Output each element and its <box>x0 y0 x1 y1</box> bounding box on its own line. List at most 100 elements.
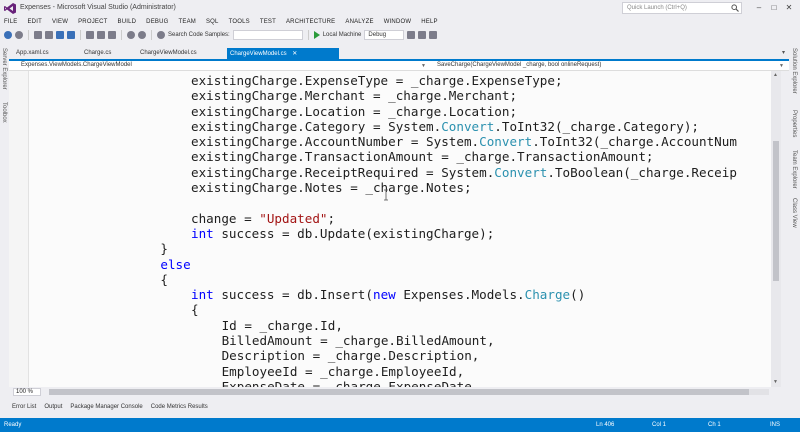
close-button[interactable]: ✕ <box>782 2 796 14</box>
toolbar-separator <box>307 30 309 40</box>
type-dropdown[interactable]: Expenses.ViewModels.ChargeViewModel <box>21 62 132 68</box>
zoom-dropdown[interactable]: 100 % <box>13 388 41 396</box>
code-line[interactable]: Description = _charge.Description, <box>9 348 771 363</box>
quick-launch-input[interactable]: Quick Launch (Ctrl+Q) <box>622 2 742 14</box>
code-line[interactable]: Id = _charge.Id, <box>9 318 771 333</box>
code-line[interactable]: else <box>9 257 771 272</box>
debug-target-icon[interactable] <box>407 31 416 39</box>
code-token: ; <box>327 210 336 226</box>
menu-project[interactable]: PROJECT <box>78 19 107 25</box>
open-file-icon[interactable] <box>45 31 53 39</box>
code-line[interactable]: existingCharge.Notes = _charge.Notes; <box>9 180 771 195</box>
tab-output[interactable]: Output <box>44 404 62 410</box>
code-line[interactable]: existingCharge.AccountNumber = System.Co… <box>9 134 771 149</box>
code-token: Charge <box>524 287 571 303</box>
team-explorer-tab[interactable]: Team Explorer <box>791 150 797 189</box>
tab-chargeviewmodel-cs-active[interactable]: ChargeViewModel.cs ✕ <box>227 48 339 59</box>
code-line[interactable]: change = "Updated"; <box>9 211 771 226</box>
vertical-scrollbar[interactable]: ▲ ▼ <box>771 71 781 387</box>
save-all-icon[interactable] <box>67 31 75 39</box>
save-icon[interactable] <box>56 31 64 39</box>
code-line[interactable]: existingCharge.Category = System.Convert… <box>9 119 771 134</box>
menu-window[interactable]: WINDOW <box>384 19 412 25</box>
vertical-scroll-thumb[interactable] <box>773 141 779 281</box>
scroll-down-icon[interactable]: ▼ <box>773 379 778 385</box>
code-line[interactable]: existingCharge.ExpenseType = _charge.Exp… <box>9 73 771 88</box>
code-line[interactable] <box>9 195 771 210</box>
horizontal-scrollbar[interactable] <box>49 389 769 395</box>
code-token: Convert <box>479 134 533 150</box>
run-target-dropdown[interactable]: Local Machine <box>323 32 362 38</box>
code-line[interactable]: existingCharge.ReceiptRequired = System.… <box>9 165 771 180</box>
code-line[interactable]: } <box>9 241 771 256</box>
redo-icon[interactable] <box>138 31 146 39</box>
code-line[interactable]: existingCharge.TransactionAmount = _char… <box>9 149 771 164</box>
search-icon[interactable] <box>731 4 739 12</box>
menu-debug[interactable]: DEBUG <box>146 19 168 25</box>
minimize-button[interactable]: – <box>752 2 766 14</box>
menu-help[interactable]: HELP <box>421 19 437 25</box>
code-editor[interactable]: existingCharge.ExpenseType = _charge.Exp… <box>9 71 771 387</box>
code-line[interactable]: BilledAmount = _charge.BilledAmount, <box>9 333 771 348</box>
code-line[interactable]: existingCharge.Merchant = _charge.Mercha… <box>9 88 771 103</box>
chevron-down-icon[interactable]: ▼ <box>421 63 426 69</box>
tab-charge-cs[interactable]: Charge.cs <box>81 48 114 59</box>
find-icon[interactable] <box>418 31 427 39</box>
start-debugging-icon[interactable] <box>313 31 320 39</box>
tab-chargeviewmodel-cs[interactable]: ChargeViewModel.cs <box>137 48 200 59</box>
menu-team[interactable]: TEAM <box>179 19 196 25</box>
tab-close-icon[interactable]: ✕ <box>292 51 297 57</box>
scroll-up-icon[interactable]: ▲ <box>773 72 778 78</box>
code-token: int <box>191 287 214 303</box>
chevron-down-icon[interactable]: ▼ <box>779 63 784 69</box>
code-text[interactable]: existingCharge.ExpenseType = _charge.Exp… <box>9 73 771 387</box>
menu-test[interactable]: TEST <box>260 19 276 25</box>
toolbox-tab[interactable]: Toolbox <box>1 102 7 123</box>
horizontal-scroll-thumb[interactable] <box>49 389 749 395</box>
solution-config-dropdown[interactable]: Debug <box>364 30 405 40</box>
tab-error-list[interactable]: Error List <box>12 404 36 410</box>
undo-icon[interactable] <box>127 31 135 39</box>
code-line[interactable]: int success = db.Update(existingCharge); <box>9 226 771 241</box>
menu-bar: FILE EDIT VIEW PROJECT BUILD DEBUG TEAM … <box>0 16 800 27</box>
back-icon[interactable] <box>4 31 12 39</box>
code-line[interactable]: int success = db.Insert(new Expenses.Mod… <box>9 287 771 302</box>
code-line[interactable]: { <box>9 272 771 287</box>
menu-file[interactable]: FILE <box>4 19 17 25</box>
tab-label: App.xaml.cs <box>16 50 49 56</box>
tab-code-metrics-results[interactable]: Code Metrics Results <box>151 404 208 410</box>
paste-icon[interactable] <box>108 31 116 39</box>
class-view-tab[interactable]: Class View <box>791 198 797 228</box>
code-token: existingCharge.TransactionAmount = _char… <box>191 149 654 165</box>
code-line[interactable]: EmployeeId = _charge.EmployeeId, <box>9 364 771 379</box>
menu-tools[interactable]: TOOLS <box>229 19 250 25</box>
menu-sql[interactable]: SQL <box>206 19 219 25</box>
properties-tab[interactable]: Properties <box>791 110 797 137</box>
tab-package-manager-console[interactable]: Package Manager Console <box>70 404 142 410</box>
server-explorer-tab[interactable]: Server Explorer <box>1 48 7 90</box>
code-token: { <box>191 302 199 318</box>
copy-icon[interactable] <box>97 31 105 39</box>
code-line[interactable]: { <box>9 302 771 317</box>
menu-build[interactable]: BUILD <box>118 19 137 25</box>
solution-explorer-tab[interactable]: Solution Explorer <box>791 48 797 94</box>
code-line[interactable]: existingCharge.Location = _charge.Locati… <box>9 104 771 119</box>
title-bar: Expenses - Microsoft Visual Studio (Admi… <box>0 0 800 16</box>
tab-app-xaml-cs[interactable]: App.xaml.cs <box>13 48 52 59</box>
toolbar-options-icon[interactable] <box>429 31 438 39</box>
member-dropdown[interactable]: SaveCharge(ChargeViewModel _charge, bool… <box>437 62 601 68</box>
menu-architecture[interactable]: ARCHITECTURE <box>286 19 335 25</box>
cut-icon[interactable] <box>86 31 94 39</box>
code-token: BilledAmount = _charge.BilledAmount, <box>221 333 495 349</box>
search-code-samples-input[interactable] <box>232 30 303 40</box>
forward-icon[interactable] <box>15 31 23 39</box>
menu-edit[interactable]: EDIT <box>27 19 41 25</box>
menu-analyze[interactable]: ANALYZE <box>345 19 373 25</box>
new-project-icon[interactable] <box>34 31 42 39</box>
code-token: .ToBoolean(_charge.Receip <box>547 164 737 180</box>
tab-overflow-dropdown-icon[interactable]: ▾ <box>782 49 785 56</box>
code-line[interactable]: ExpenseDate = _charge.ExpenseDate, <box>9 379 771 387</box>
maximize-button[interactable]: □ <box>767 2 781 14</box>
menu-view[interactable]: VIEW <box>52 19 68 25</box>
search-code-samples-icon <box>157 31 165 39</box>
